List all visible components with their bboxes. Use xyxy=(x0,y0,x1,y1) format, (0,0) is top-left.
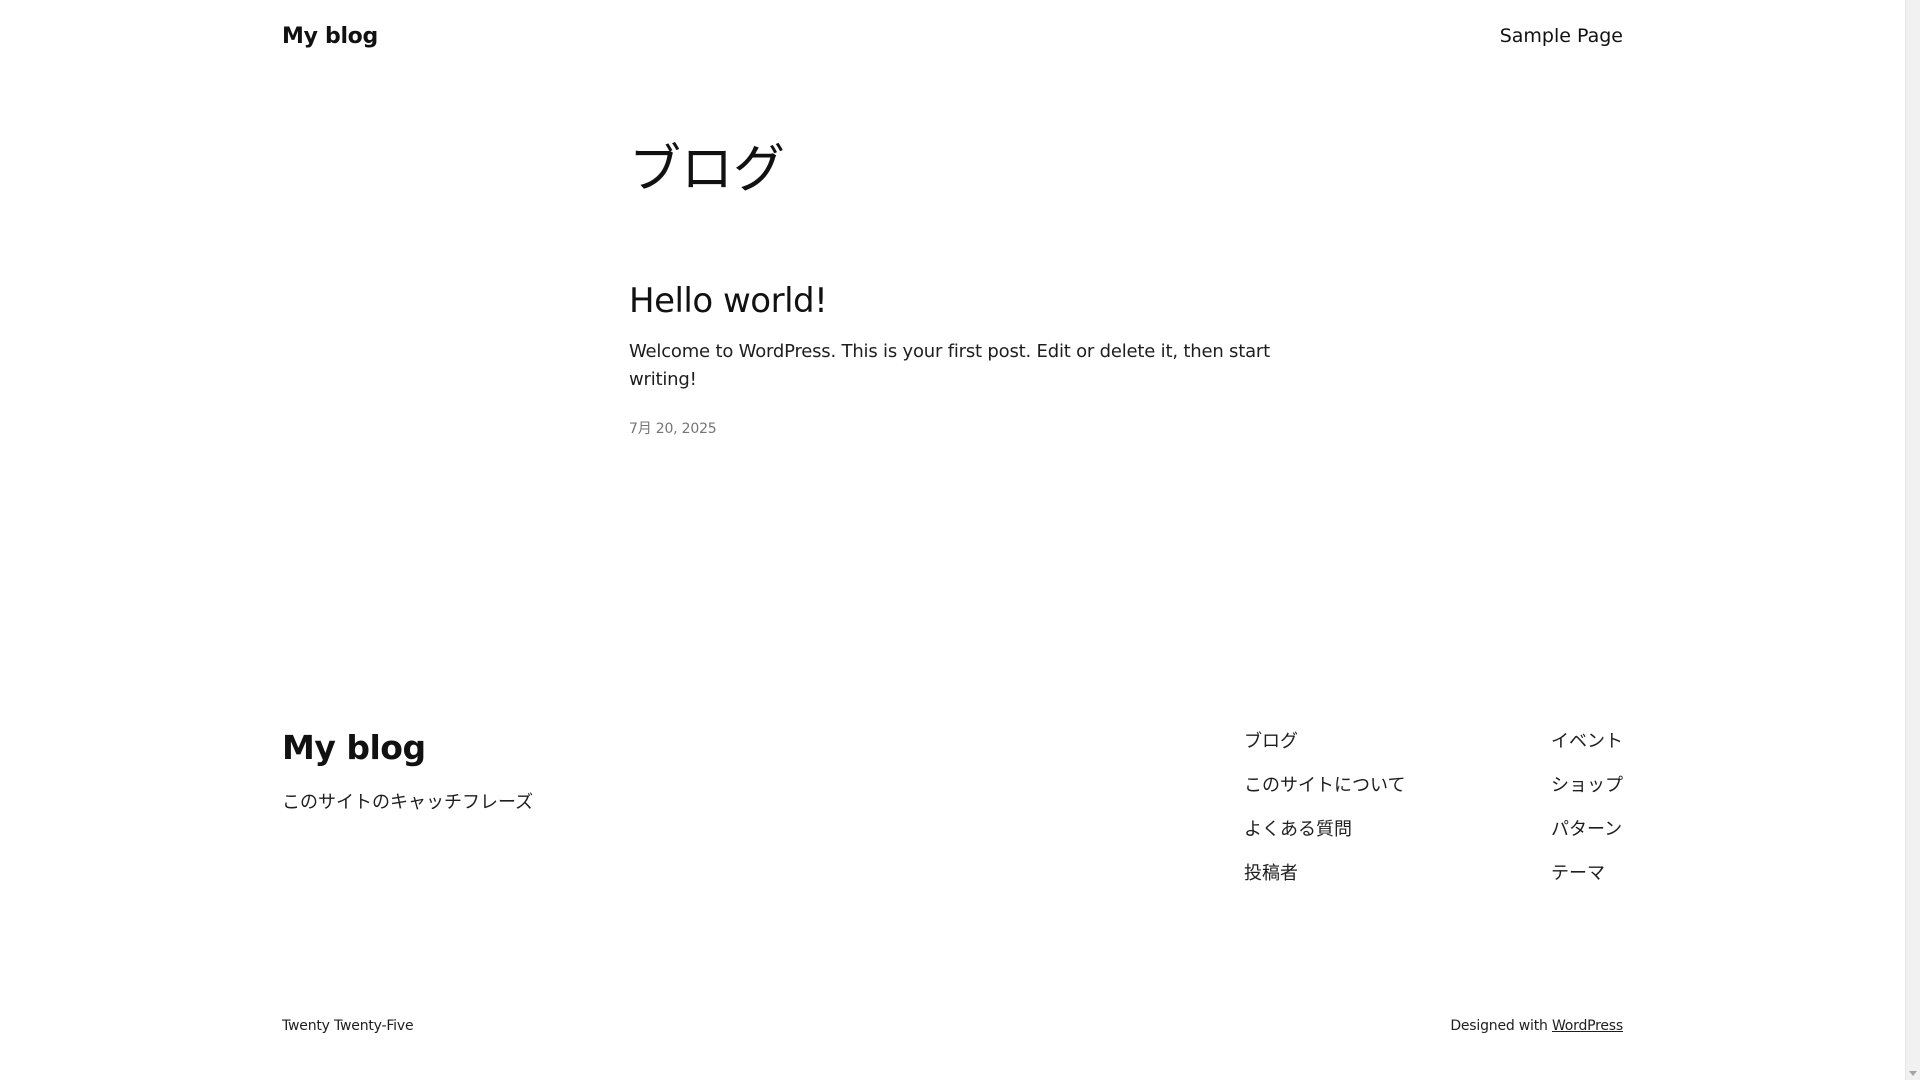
post-excerpt: Welcome to WordPress. This is your first… xyxy=(629,341,1270,390)
footer-nav-column-2: イベント ショップ パターン テーマ xyxy=(1551,730,1623,906)
footer-link-about[interactable]: このサイトについて xyxy=(1244,774,1405,818)
designed-with: Designed with WordPress xyxy=(1450,1018,1623,1034)
theme-name: Twenty Twenty-Five xyxy=(282,1018,414,1034)
footer-link-shop[interactable]: ショップ xyxy=(1551,774,1623,818)
footer-nav-column-1: ブログ このサイトについて よくある質問 投稿者 xyxy=(1244,730,1405,906)
page: My blog Sample Page ブログ Hello world! Wel… xyxy=(0,0,1905,1080)
chevron-down-icon[interactable] xyxy=(1909,1071,1917,1076)
footer-link-blog[interactable]: ブログ xyxy=(1244,730,1405,774)
post-item: Hello world! Welcome to WordPress. This … xyxy=(629,280,1309,438)
footer-tagline: このサイトのキャッチフレーズ xyxy=(282,792,534,813)
post-title: Hello world! xyxy=(629,280,1309,322)
post-title-link[interactable]: Hello world! xyxy=(629,281,828,321)
site-title-link[interactable]: My blog xyxy=(282,24,378,49)
footer-link-authors[interactable]: 投稿者 xyxy=(1244,862,1405,906)
footer-link-patterns[interactable]: パターン xyxy=(1551,818,1623,862)
archive-title: ブログ xyxy=(629,140,786,200)
wordpress-link[interactable]: WordPress xyxy=(1552,1018,1623,1034)
footer-link-events[interactable]: イベント xyxy=(1551,730,1623,774)
nav-link-sample-page[interactable]: Sample Page xyxy=(1500,25,1623,47)
footer-link-themes[interactable]: テーマ xyxy=(1551,862,1623,906)
designed-with-text: Designed with xyxy=(1450,1018,1548,1034)
post-date: 7月 20, 2025 xyxy=(629,421,717,437)
site-header: My blog Sample Page xyxy=(282,18,1623,54)
vertical-scrollbar[interactable] xyxy=(1905,0,1920,1080)
footer-site-title-link[interactable]: My blog xyxy=(282,728,426,767)
footer-credits: Twenty Twenty-Five Designed with WordPre… xyxy=(282,1018,1623,1034)
footer-link-faq[interactable]: よくある質問 xyxy=(1244,818,1405,862)
header-nav: Sample Page xyxy=(1500,25,1623,47)
